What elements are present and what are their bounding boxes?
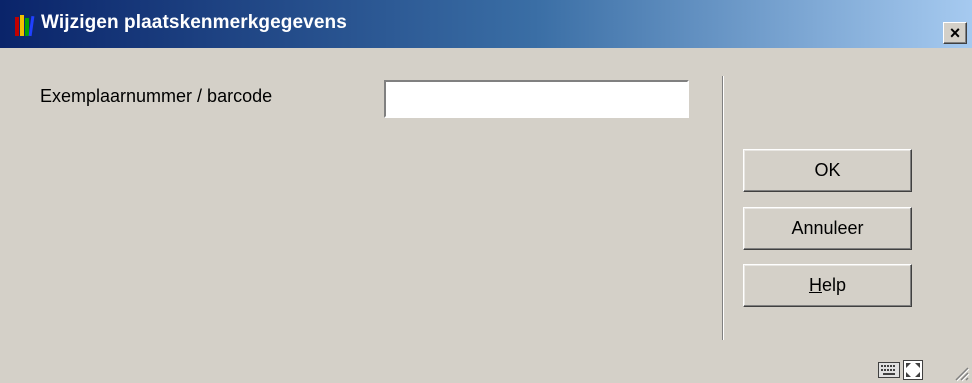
expand-icon[interactable] [903,360,923,380]
ok-button[interactable]: OK [743,149,912,192]
cancel-button[interactable]: Annuleer [743,207,912,250]
item-number-input[interactable] [384,80,689,118]
title-bar: Wijzigen plaatskenmerkgegevens [0,0,972,48]
resize-grip-icon[interactable] [950,362,970,382]
dialog-window: Wijzigen plaatskenmerkgegevens × Exempla… [0,0,972,383]
vertical-divider [722,76,724,340]
keyboard-icon[interactable] [878,362,900,378]
window-title: Wijzigen plaatskenmerkgegevens [41,12,347,33]
library-books-icon [15,15,35,37]
help-button[interactable]: Help [743,264,912,307]
close-button[interactable]: × [943,22,967,44]
item-number-label: Exemplaarnummer / barcode [40,86,273,106]
